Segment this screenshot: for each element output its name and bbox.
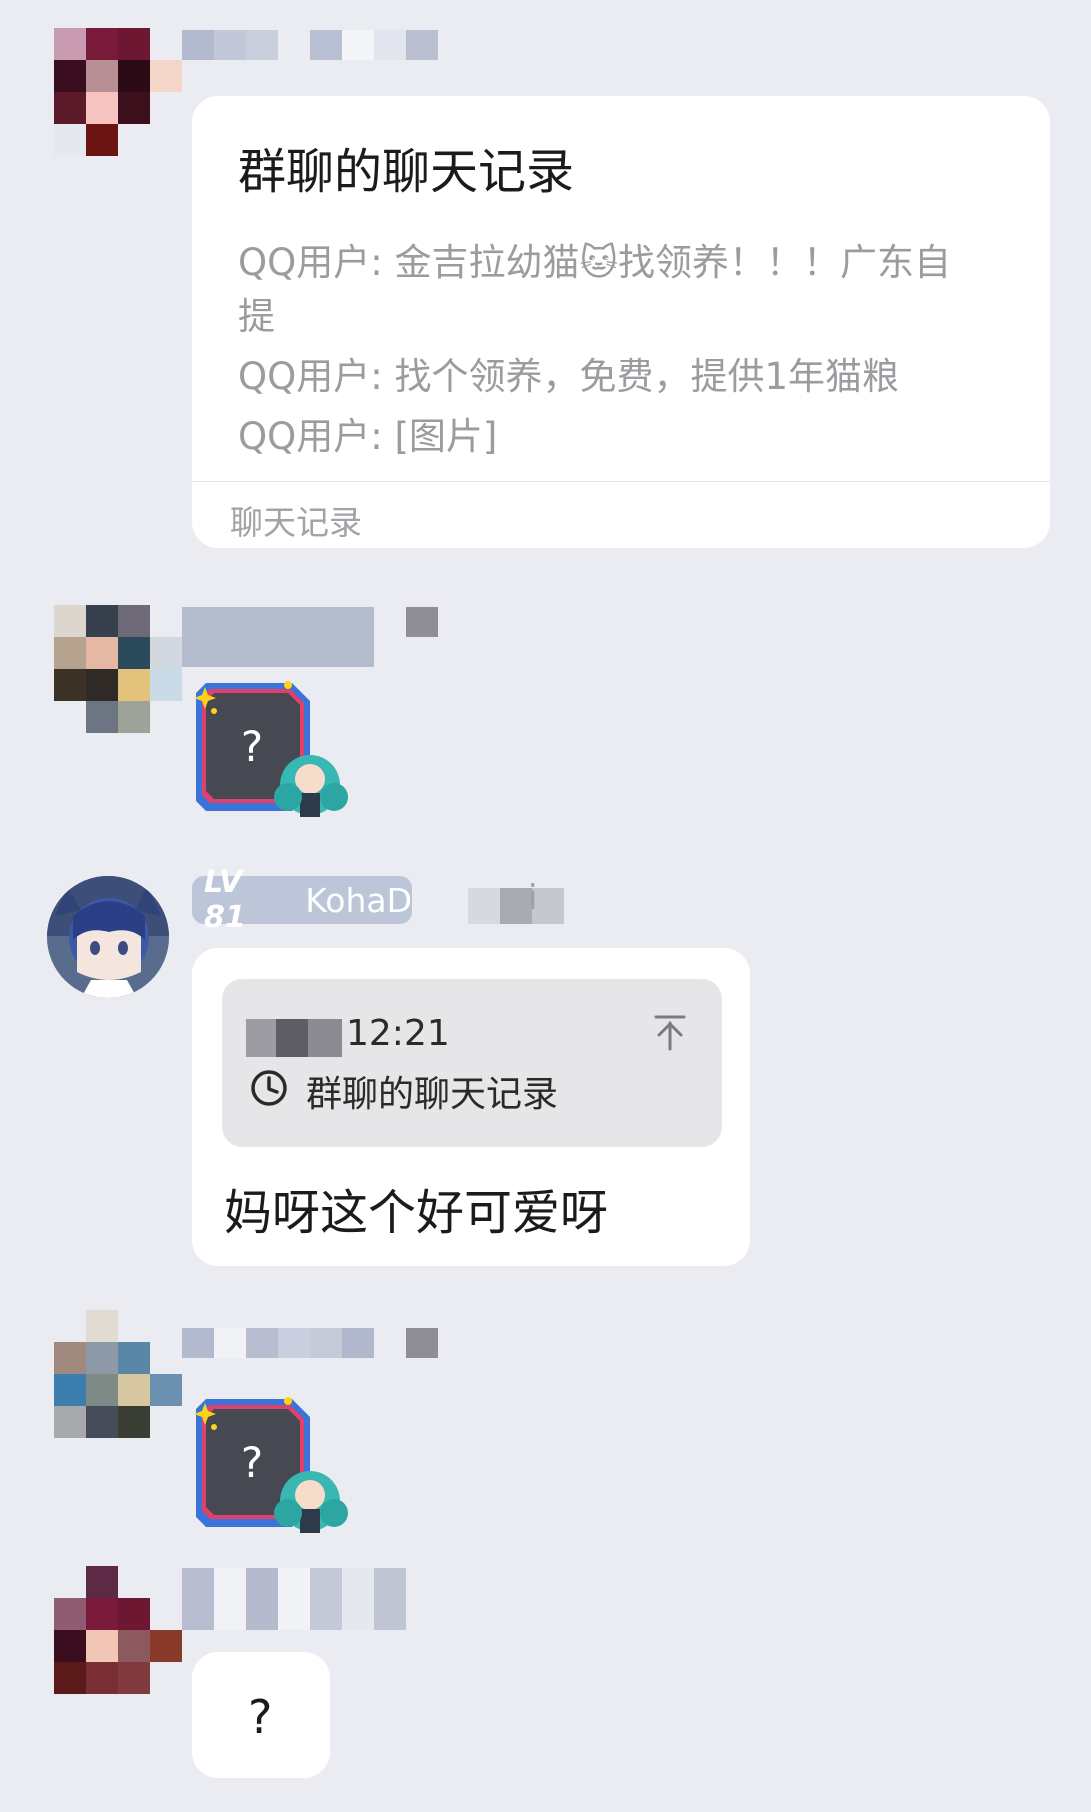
sender-title-suffix: i (528, 878, 538, 918)
message-text: 妈呀这个好可爱呀 (224, 1185, 609, 1241)
quote-sender-blurred (246, 1019, 342, 1057)
quote-title: 群聊的聊天记录 (306, 1074, 559, 1115)
forwarded-chat-card[interactable]: 群聊的聊天记录 QQ用户: 金吉拉幼猫🐱找领养！！！广东自 提 QQ用户: 找个… (192, 96, 1050, 548)
sender-title-blurred (438, 888, 564, 924)
sticker-question-mark: ? (241, 722, 263, 771)
level-label: LV 81 (204, 865, 246, 935)
forward-line: QQ用户: 金吉拉幼猫🐱找领养！！！广东自 (238, 241, 952, 284)
avatar[interactable] (47, 876, 169, 998)
message-bubble[interactable]: ? (192, 1652, 330, 1778)
avatar[interactable] (54, 605, 182, 733)
sticker-question-mark: ? (241, 1438, 263, 1487)
quoted-message-card[interactable]: 12:21 群聊的聊天记录 (222, 979, 722, 1147)
quote-time: 12:21 (346, 1013, 450, 1054)
message-text: ? (248, 1690, 273, 1744)
sticker-image[interactable]: ? (192, 1391, 352, 1541)
avatar[interactable] (54, 28, 182, 156)
sender-name-blurred (182, 607, 438, 667)
scroll-to-top-icon[interactable] (652, 1013, 688, 1053)
sender-name-blurred (182, 1328, 438, 1358)
reply-message-bubble[interactable]: 12:21 群聊的聊天记录 妈呀这个好可爱呀 (192, 948, 750, 1266)
sticker-image[interactable]: ? (192, 675, 352, 825)
avatar[interactable] (54, 1566, 182, 1694)
sender-name-blurred (182, 1568, 406, 1630)
forward-title: 群聊的聊天记录 (238, 144, 575, 200)
clock-icon (251, 1070, 287, 1106)
forward-footer-label: 聊天记录 (230, 503, 362, 542)
sender-name-blurred (182, 30, 438, 60)
divider (192, 481, 1050, 482)
forward-line: QQ用户: 找个领养，免费，提供1年猫粮 (238, 355, 900, 398)
sender-name: KohaD (305, 880, 412, 920)
level-badge: LV 81 KohaD (192, 865, 412, 935)
avatar[interactable] (54, 1310, 182, 1438)
forward-line: QQ用户: [图片] (238, 415, 498, 458)
forward-line: 提 (238, 295, 275, 338)
